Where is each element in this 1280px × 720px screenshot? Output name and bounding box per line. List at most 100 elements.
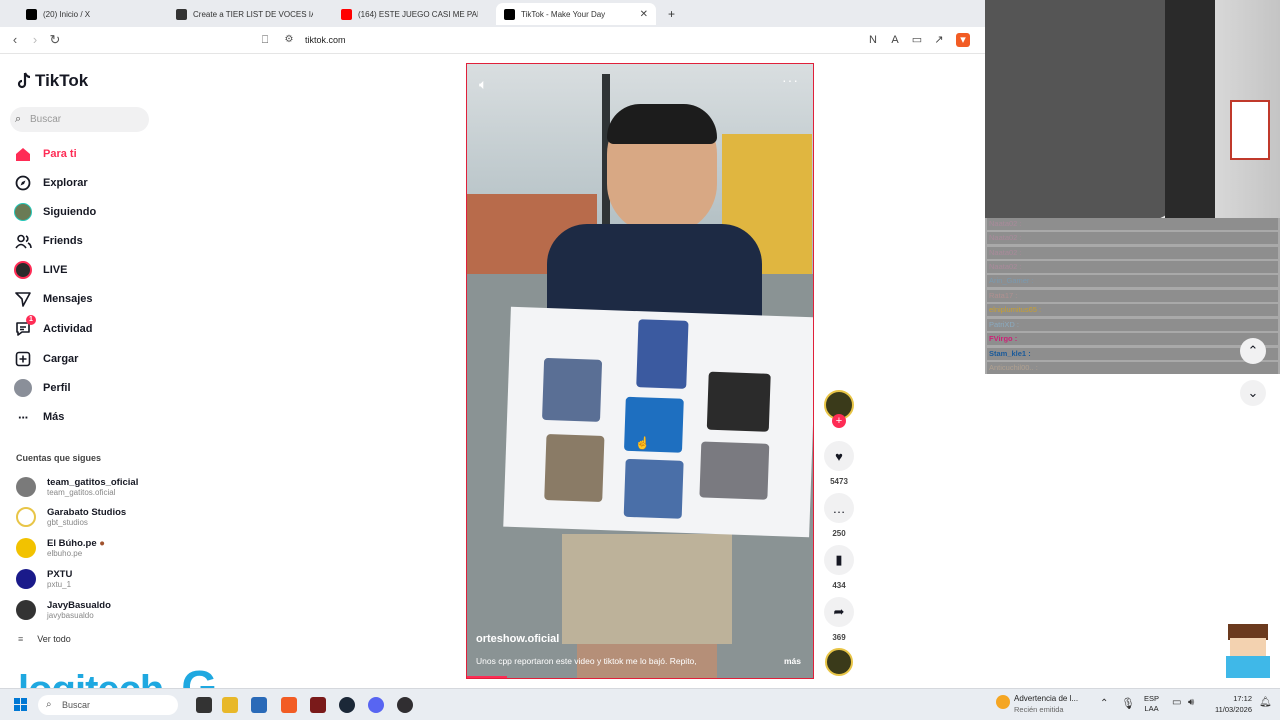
creator-avatar-button[interactable]: + — [823, 390, 855, 428]
tab-tiktok[interactable]: TikTok - Make Your Day ✕ — [496, 3, 656, 25]
tab-youtube[interactable]: (164) ESTE JUEGO CASI ME PARA EL — [333, 3, 493, 25]
notification-bell-icon[interactable]: 🔔︎ — [1259, 697, 1272, 708]
file-explorer-icon[interactable] — [222, 697, 238, 713]
chat-message: Anticuchil00.. : — [987, 362, 1278, 374]
nav-friends[interactable]: Friends — [14, 230, 83, 252]
store-icon[interactable] — [251, 697, 267, 713]
warning-icon — [996, 695, 1010, 709]
nav-live[interactable]: LIVE — [14, 259, 67, 281]
list-icon: ≡ — [18, 634, 24, 644]
owl-emoji-icon: ● — [99, 538, 106, 549]
next-video-button[interactable]: ⌄ — [1240, 380, 1266, 406]
video-caption: Unos cpp reportaron este video y tiktok … — [476, 656, 697, 666]
followed-account[interactable]: PXTU pxtu_1 — [16, 567, 72, 591]
followed-account[interactable]: JavyBasualdo javybasualdo — [16, 598, 111, 622]
see-all-link[interactable]: ≡ Ver todo — [18, 634, 71, 644]
notification-toast[interactable]: Advertencia de l... Recién emitida — [996, 693, 1086, 717]
share-arrow-icon: ➦ — [824, 597, 854, 627]
new-tab-button[interactable]: + — [660, 3, 680, 25]
windows-start-icon[interactable] — [14, 698, 28, 712]
live-icon — [14, 261, 32, 279]
like-button[interactable]: ♥ 5473 — [823, 441, 855, 486]
volume-icon[interactable]: 🔈︎ — [479, 76, 487, 93]
search-icon: ⌕ — [46, 699, 52, 710]
activity-badge: 1 — [26, 315, 36, 325]
translate-icon[interactable]: A — [888, 33, 902, 47]
account-handle: elbuho.pe — [47, 549, 83, 558]
volume-tray-icon[interactable]: 🔊︎ — [1188, 697, 1194, 708]
keyboard-layout: LAA — [1144, 704, 1159, 713]
sound-disc-button[interactable] — [823, 648, 855, 676]
read-aloud-icon[interactable]: N — [866, 33, 880, 47]
avatar — [16, 507, 36, 527]
save-count: 434 — [832, 581, 846, 590]
account-name: PXTU — [47, 569, 73, 580]
see-all-label: Ver todo — [37, 634, 71, 644]
screenshot-icon[interactable]: ▭ — [910, 33, 924, 47]
bookmark-icon[interactable]: ⎕ — [257, 32, 273, 48]
followed-account[interactable]: El Búho.pe ● elbuho.pe — [16, 536, 105, 560]
notification-subtitle: Recién emitida — [1014, 705, 1064, 714]
discord-icon[interactable] — [368, 697, 384, 713]
comment-button[interactable]: … 250 — [823, 493, 855, 538]
person-hair — [607, 104, 717, 144]
obs-icon[interactable] — [397, 697, 413, 713]
clock-date: 11/03/2026 — [1215, 705, 1252, 714]
nav-siguiendo[interactable]: Siguiendo — [14, 201, 96, 223]
share-icon[interactable]: ↗ — [932, 33, 946, 47]
tier-poster — [503, 306, 813, 538]
task-view-icon[interactable] — [196, 697, 212, 713]
nav-cargar[interactable]: Cargar — [14, 348, 78, 370]
show-hidden-icons-icon[interactable]: ⌃ — [1100, 698, 1108, 709]
steam-icon[interactable] — [339, 697, 355, 713]
brave-shield-icon[interactable]: ▾ — [956, 33, 970, 47]
tab-tierlist[interactable]: Create a TIER LIST DE VOCES IA Tier — [168, 3, 333, 25]
microphone-icon[interactable]: 🎙︎ — [1121, 697, 1135, 710]
nav-mas[interactable]: ··· Más — [14, 406, 64, 428]
poster-photo — [542, 357, 603, 422]
video-player[interactable]: 🔈︎ ··· ☝ orteshow.oficial Unos cpp repor… — [466, 63, 814, 679]
back-icon[interactable]: ‹ — [7, 32, 23, 48]
taskbar-search[interactable]: ⌕ Buscar — [38, 695, 178, 715]
taskbar: ⌕ Buscar Advertencia de l... Recién emit… — [0, 688, 1280, 720]
chat-message: Naata02 : — [987, 232, 1278, 244]
tiktok-logo[interactable]: TikTok — [16, 71, 88, 91]
nav-mensajes[interactable]: Mensajes — [14, 288, 93, 310]
search-input[interactable]: ⌕ Buscar — [10, 107, 149, 132]
account-name: Garabato Studios — [47, 507, 127, 518]
comment-count: 250 — [832, 529, 846, 538]
followed-account[interactable]: team_gatitos_oficial team_gatitos.oficial — [16, 475, 138, 499]
reload-icon[interactable]: ↻ — [47, 32, 63, 48]
hellfire-app-icon[interactable] — [310, 697, 326, 713]
followed-account[interactable]: Garabato Studios gbt_studios — [16, 505, 126, 529]
chat-message: FVirgo : — [987, 333, 1278, 345]
nav-perfil[interactable]: Perfil — [14, 377, 71, 399]
save-button[interactable]: ▮ 434 — [823, 545, 855, 590]
nav-label: Más — [43, 411, 65, 423]
network-icon[interactable]: ▭ — [1172, 697, 1181, 708]
previous-video-button[interactable]: ⌃ — [1240, 338, 1266, 364]
site-info-icon[interactable]: ⚙ — [281, 32, 297, 48]
address-bar-row: ‹ › ↻ ⎕ ⚙ tiktok.com N A ▭ ↗ ▾ — [0, 27, 985, 54]
activity-icon: 1 — [14, 315, 36, 338]
video-menu-icon[interactable]: ··· — [782, 72, 799, 88]
account-handle: gbt_studios — [47, 518, 88, 527]
url-field[interactable]: tiktok.com — [305, 31, 905, 50]
video-author[interactable]: orteshow.oficial — [476, 633, 559, 645]
streamer-shirt — [985, 0, 1185, 221]
forward-icon[interactable]: › — [27, 32, 43, 48]
avatar — [16, 569, 36, 589]
progress-bar[interactable] — [467, 676, 507, 678]
language-indicator[interactable]: ESP LAA — [1144, 694, 1159, 714]
brave-browser-icon[interactable] — [281, 697, 297, 713]
tab-x[interactable]: (20) Inicio / X — [18, 3, 168, 25]
account-handle: javybasualdo — [47, 611, 94, 620]
nav-actividad[interactable]: 1 Actividad — [14, 315, 93, 340]
clock[interactable]: 17:12 11/03/2026 — [1206, 693, 1252, 715]
nav-para-ti[interactable]: Para ti — [14, 143, 77, 165]
close-tab-icon[interactable]: ✕ — [640, 9, 648, 20]
follow-plus-icon[interactable]: + — [832, 414, 846, 428]
share-button[interactable]: ➦ 369 — [823, 597, 855, 642]
caption-more-link[interactable]: más — [784, 656, 801, 666]
nav-explorar[interactable]: Explorar — [14, 172, 88, 194]
